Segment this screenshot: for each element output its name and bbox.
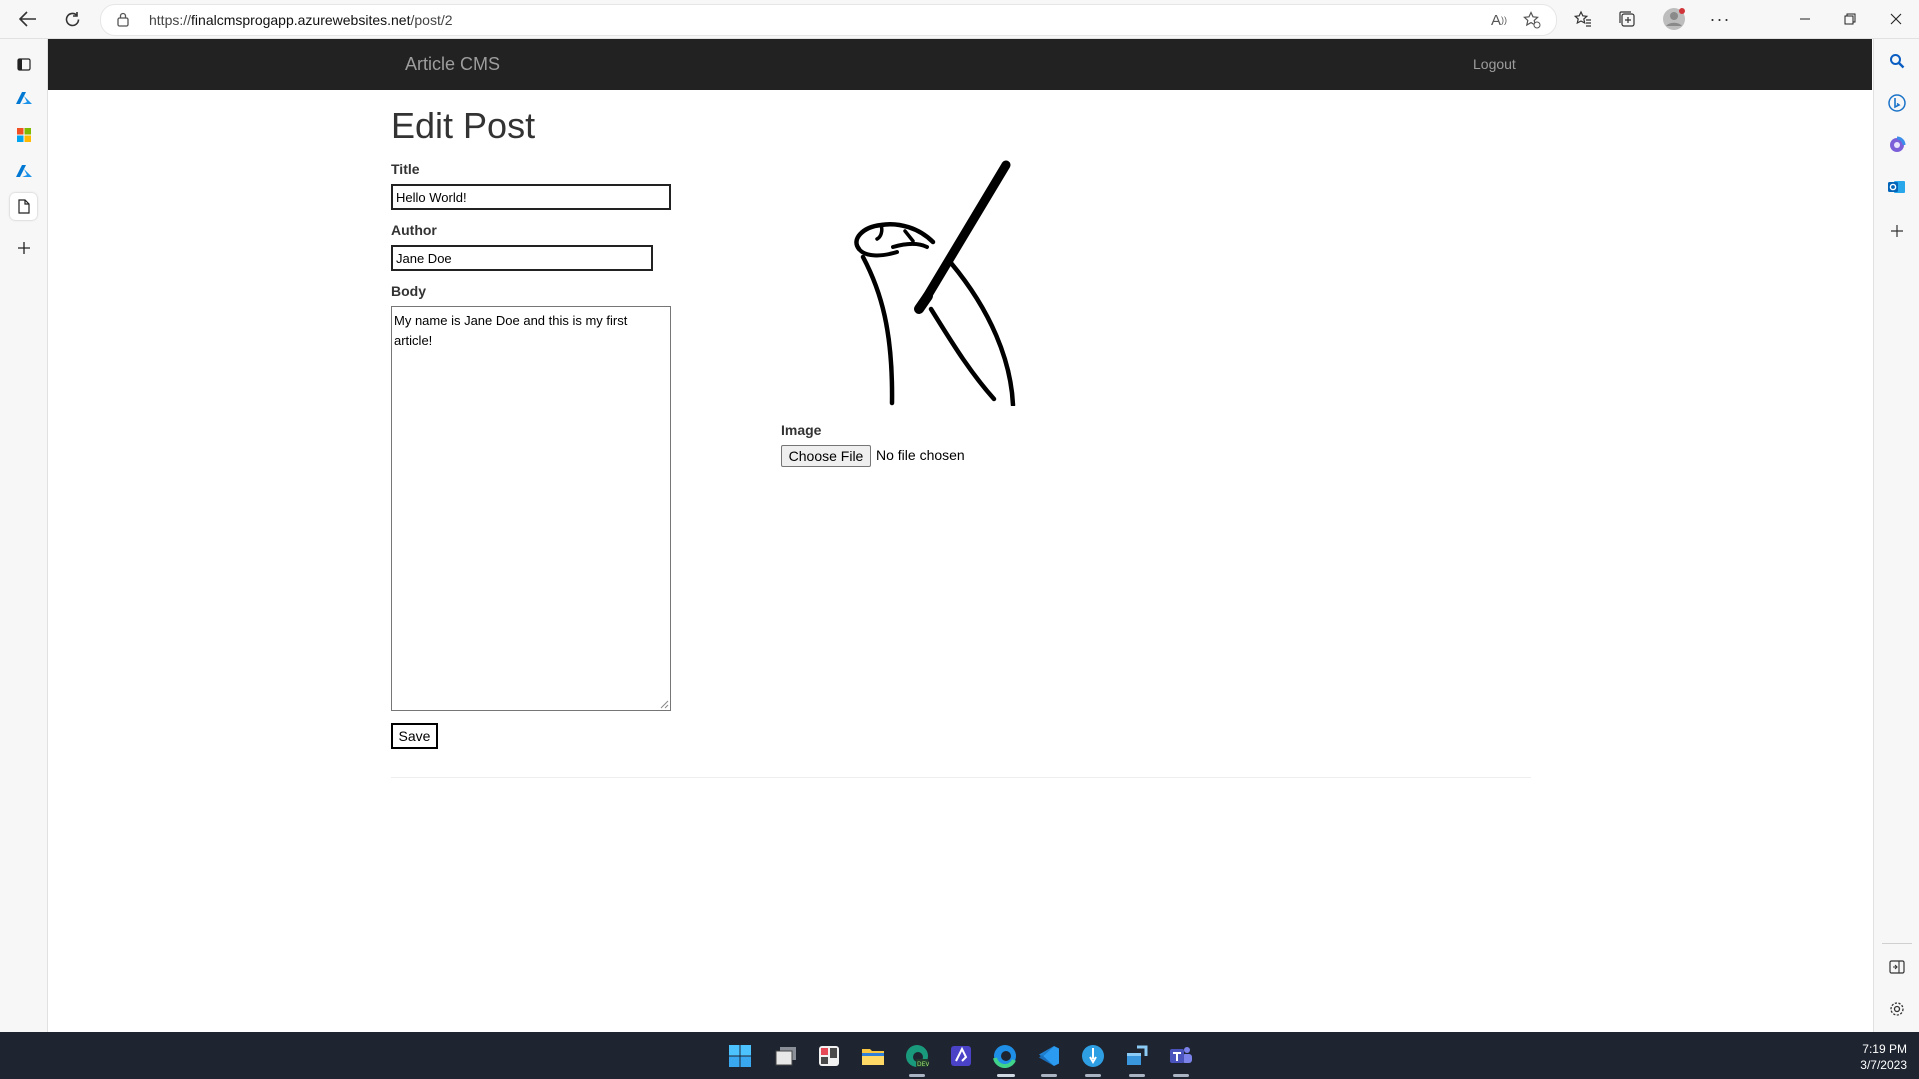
logout-link[interactable]: Logout [1473, 56, 1516, 72]
lock-icon[interactable] [117, 12, 129, 32]
back-icon[interactable] [13, 6, 43, 32]
edge-dev-icon[interactable]: DEV [903, 1042, 931, 1070]
add-sidebar-app-icon[interactable] [1884, 218, 1910, 244]
edge-icon[interactable] [991, 1042, 1019, 1070]
image-label: Image [781, 422, 822, 438]
windows-taskbar: DEV 7:19 PM 3/7/2023 [0, 1032, 1919, 1079]
body-label: Body [391, 283, 426, 299]
search-icon[interactable] [1884, 48, 1910, 74]
sidebar-divider [1882, 943, 1912, 944]
resize-grip-icon[interactable] [660, 700, 669, 709]
current-page-tab-icon[interactable] [10, 193, 37, 220]
new-tab-icon[interactable] [10, 234, 37, 261]
site-navbar: Article CMS Logout [48, 39, 1872, 90]
azure-tab-icon[interactable] [10, 85, 37, 112]
favorite-add-icon[interactable] [1521, 10, 1543, 30]
edge-dev-running-indicator [909, 1074, 925, 1077]
clock-date: 3/7/2023 [1860, 1058, 1907, 1072]
teams-icon[interactable] [1167, 1042, 1195, 1070]
clock-time: 7:19 PM [1862, 1042, 1907, 1056]
profile-avatar-icon[interactable] [1661, 7, 1687, 31]
file-explorer-icon[interactable] [859, 1042, 887, 1070]
no-file-text: No file chosen [876, 447, 965, 463]
footer-divider [391, 777, 1531, 778]
author-label: Author [391, 222, 437, 238]
start-icon[interactable] [726, 1042, 754, 1070]
system-clock[interactable]: 7:19 PM 3/7/2023 [1860, 1041, 1907, 1073]
hide-sidebar-icon[interactable] [1884, 954, 1910, 980]
teams-running-indicator [1173, 1074, 1189, 1077]
microsoft-tab-icon[interactable] [10, 121, 37, 148]
url-text[interactable]: https://finalcmsprogapp.azurewebsites.ne… [149, 12, 453, 28]
web-page: Article CMS Logout Edit Post Title Autho… [48, 39, 1872, 1032]
minimize-icon[interactable] [1785, 6, 1825, 32]
title-label: Title [391, 161, 420, 177]
page-title: Edit Post [391, 105, 536, 146]
address-bar[interactable]: https://finalcmsprogapp.azurewebsites.ne… [100, 4, 1557, 36]
svg-text:DEV: DEV [917, 1061, 929, 1068]
postman-icon[interactable] [1079, 1042, 1107, 1070]
bing-icon[interactable] [1884, 90, 1910, 116]
favorites-icon[interactable] [1570, 7, 1596, 31]
task-view-icon[interactable] [772, 1042, 800, 1070]
settings-gear-icon[interactable] [1884, 996, 1910, 1022]
vertical-tabs-sidebar [0, 39, 48, 1032]
vscode-running-indicator [1041, 1074, 1057, 1077]
choose-file-button[interactable]: Choose File [781, 445, 871, 467]
office-icon[interactable] [1884, 132, 1910, 158]
brand-link[interactable]: Article CMS [405, 54, 500, 75]
edge-active-indicator [997, 1074, 1015, 1077]
author-input[interactable] [391, 245, 653, 271]
tab-actions-icon[interactable] [10, 50, 37, 77]
azure-storage-icon[interactable] [1123, 1042, 1151, 1070]
outlook-icon[interactable] [1884, 174, 1910, 200]
collections-icon[interactable] [1614, 7, 1640, 31]
azure-storage-running-indicator [1129, 1074, 1145, 1077]
title-input[interactable] [391, 184, 671, 210]
refresh-icon[interactable] [57, 6, 87, 32]
powerapps-icon[interactable] [947, 1042, 975, 1070]
close-window-icon[interactable] [1876, 6, 1916, 32]
read-aloud-icon[interactable]: A)) [1488, 10, 1510, 30]
azure-portal-tab-icon[interactable] [10, 158, 37, 185]
body-textarea[interactable]: My name is Jane Doe and this is my first… [391, 306, 671, 711]
widgets-icon[interactable] [815, 1042, 843, 1070]
vscode-icon[interactable] [1035, 1042, 1063, 1070]
save-button[interactable]: Save [391, 723, 438, 749]
post-image [854, 160, 1016, 406]
restore-icon[interactable] [1830, 6, 1870, 32]
more-options-icon[interactable]: ··· [1707, 7, 1733, 31]
edge-sidebar [1873, 39, 1919, 1032]
postman-running-indicator [1085, 1074, 1101, 1077]
browser-toolbar: https://finalcmsprogapp.azurewebsites.ne… [0, 0, 1919, 39]
